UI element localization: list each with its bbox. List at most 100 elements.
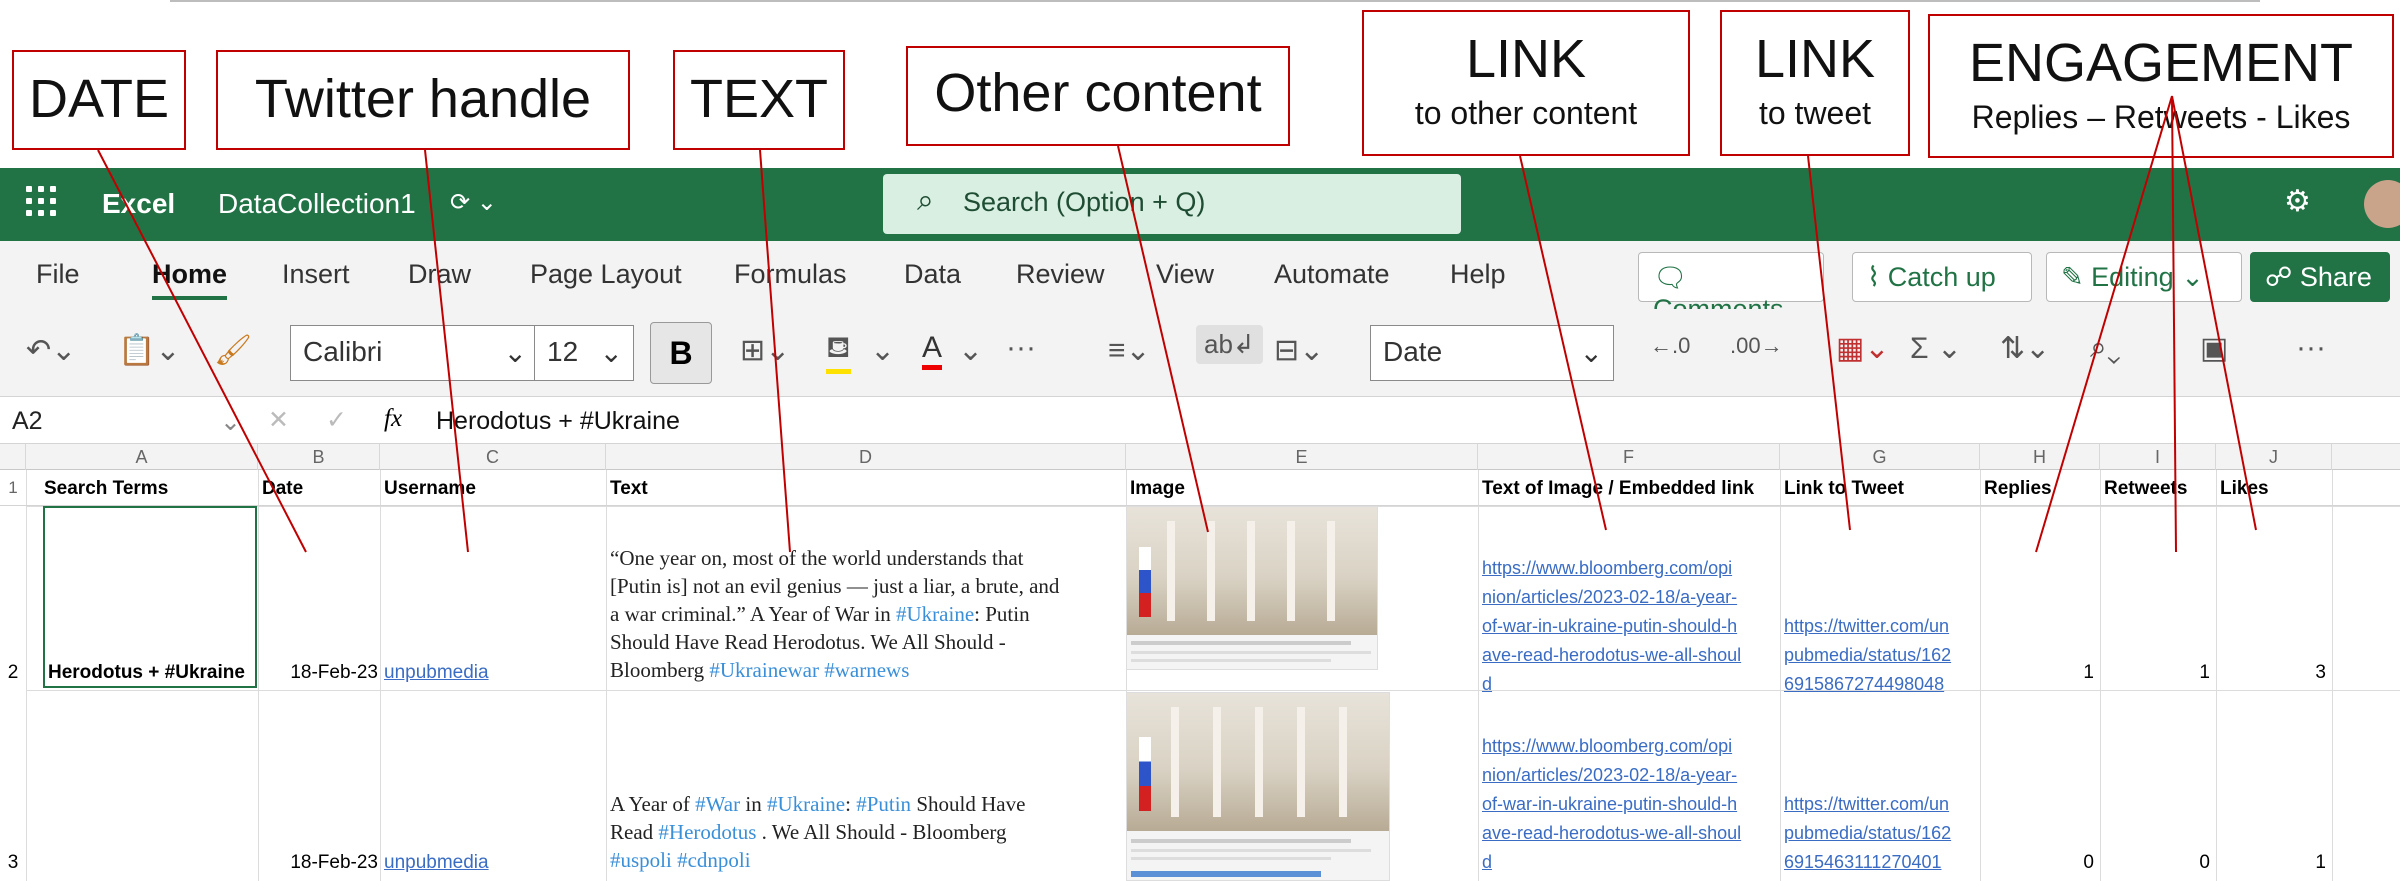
find-icon[interactable]: ⌕⌄: [2090, 331, 2121, 365]
cell-date[interactable]: 18-Feb-23: [262, 662, 378, 684]
cell-likes[interactable]: 3: [2220, 662, 2326, 684]
font-family-select[interactable]: Calibri ⌄: [290, 325, 538, 381]
cell-link-to-tweet[interactable]: https://twitter.com/un pubmedia/status/16…: [1784, 612, 1951, 699]
comments-button[interactable]: 🗨 Comments: [1638, 252, 1824, 324]
column-headers: A B C D E F G H I J: [0, 444, 2400, 470]
cell-embedded-link[interactable]: https://www.bloomberg.com/opi nion/articl…: [1482, 732, 1741, 877]
tweet-image-thumbnail[interactable]: [1126, 506, 1378, 670]
chevron-down-icon[interactable]: ⌄: [958, 333, 983, 368]
format-painter-icon[interactable]: 🖌: [214, 333, 252, 368]
cell-text[interactable]: “One year on, most of the world understa…: [610, 544, 1122, 684]
conditional-format-icon[interactable]: ▦⌄: [1836, 331, 1889, 366]
cell-retweets[interactable]: 0: [2104, 852, 2210, 874]
header-username[interactable]: Username: [384, 478, 476, 500]
merge-icon[interactable]: ⊟⌄: [1274, 333, 1324, 368]
align-icon[interactable]: ≡⌄: [1108, 333, 1151, 368]
column-header-c[interactable]: C: [380, 444, 606, 470]
cancel-icon[interactable]: ✕: [268, 405, 289, 435]
cell-link-to-tweet[interactable]: https://twitter.com/un pubmedia/status/16…: [1784, 790, 1951, 877]
tab-page-layout[interactable]: Page Layout: [530, 259, 682, 290]
settings-icon[interactable]: ⚙: [2284, 184, 2311, 219]
header-likes[interactable]: Likes: [2220, 478, 2269, 500]
header-text[interactable]: Text: [610, 478, 648, 500]
tab-formulas[interactable]: Formulas: [734, 259, 847, 290]
search-box[interactable]: ⌕ Search (Option + Q): [883, 174, 1461, 234]
tab-insert[interactable]: Insert: [282, 259, 350, 290]
wrap-text-icon[interactable]: ab↲: [1196, 325, 1263, 364]
row-number[interactable]: 3: [0, 852, 26, 874]
tab-file[interactable]: File: [36, 259, 80, 290]
cell-date[interactable]: 18-Feb-23: [262, 852, 378, 874]
undo-icon[interactable]: ↶⌄: [26, 333, 76, 368]
tab-automate[interactable]: Automate: [1274, 259, 1390, 290]
file-name[interactable]: DataCollection1: [218, 188, 416, 220]
sort-filter-icon[interactable]: ⇅⌄: [2000, 331, 2050, 366]
cell-likes[interactable]: 1: [2220, 852, 2326, 874]
column-header-f[interactable]: F: [1478, 444, 1780, 470]
catch-up-button[interactable]: ⌇ Catch up: [1852, 252, 2032, 302]
paste-icon[interactable]: 📋⌄: [118, 333, 181, 368]
number-format-select[interactable]: Date ⌄: [1370, 325, 1614, 381]
header-date[interactable]: Date: [262, 478, 303, 500]
header-search-terms[interactable]: Search Terms: [44, 478, 168, 500]
tab-help[interactable]: Help: [1450, 259, 1506, 290]
addins-icon[interactable]: ▣: [2200, 331, 2228, 366]
cell-embedded-link[interactable]: https://www.bloomberg.com/opi nion/articl…: [1482, 554, 1741, 699]
cell-username[interactable]: unpubmedia: [384, 852, 489, 874]
name-box-chevron-icon[interactable]: ⌄: [220, 407, 241, 437]
formula-input[interactable]: Herodotus + #Ukraine: [436, 407, 680, 436]
borders-icon[interactable]: ⊞⌄: [740, 333, 790, 368]
tab-review[interactable]: Review: [1016, 259, 1105, 290]
column-header-e[interactable]: E: [1126, 444, 1478, 470]
confirm-icon[interactable]: ✓: [326, 405, 347, 435]
cell-username[interactable]: unpubmedia: [384, 662, 489, 684]
cell-replies[interactable]: 1: [1984, 662, 2094, 684]
chevron-down-icon[interactable]: ⌄: [870, 333, 895, 368]
tab-home[interactable]: Home: [152, 259, 228, 300]
editing-button[interactable]: ✎ Editing ⌄: [2046, 252, 2242, 302]
more-options-icon[interactable]: ···: [1006, 331, 1036, 365]
column-header-i[interactable]: I: [2100, 444, 2216, 470]
more-options-icon[interactable]: ···: [2296, 331, 2326, 365]
name-box[interactable]: A2: [12, 407, 43, 436]
sync-icon[interactable]: ⟳ ⌄: [450, 188, 497, 217]
column-header-j[interactable]: J: [2216, 444, 2332, 470]
cell-replies[interactable]: 0: [1984, 852, 2094, 874]
comment-icon: 🗨: [1653, 263, 1688, 293]
tab-data[interactable]: Data: [904, 259, 961, 290]
cell-retweets[interactable]: 1: [2104, 662, 2210, 684]
column-header-a[interactable]: A: [26, 444, 258, 470]
font-size-select[interactable]: 12 ⌄: [534, 325, 634, 381]
cell-text[interactable]: A Year of #War in #Ukraine: #Putin Shoul…: [610, 790, 1122, 874]
header-retweets[interactable]: Retweets: [2104, 478, 2187, 500]
cell-search-terms[interactable]: Herodotus + #Ukraine: [48, 662, 245, 684]
app-launcher-icon[interactable]: [26, 186, 56, 216]
function-icon[interactable]: fx: [384, 405, 402, 433]
bold-button[interactable]: B: [650, 322, 712, 384]
avatar[interactable]: [2364, 180, 2400, 228]
chevron-down-icon: ⌄: [599, 337, 623, 368]
header-replies[interactable]: Replies: [1984, 478, 2052, 500]
header-link-to-tweet[interactable]: Link to Tweet: [1784, 478, 1904, 500]
row-number[interactable]: 1: [0, 478, 26, 498]
column-header-g[interactable]: G: [1780, 444, 1980, 470]
header-image[interactable]: Image: [1130, 478, 1185, 500]
fill-color-icon[interactable]: ⛾: [826, 331, 851, 374]
sum-icon[interactable]: Σ ⌄: [1910, 331, 1962, 366]
column-header-h[interactable]: H: [1980, 444, 2100, 470]
font-color-icon[interactable]: A: [922, 331, 943, 370]
decrease-decimal-icon[interactable]: .00→: [1730, 333, 1783, 359]
tab-view[interactable]: View: [1156, 259, 1214, 290]
formula-bar: A2 ⌄ ✕ ✓ fx Herodotus + #Ukraine: [0, 397, 2400, 444]
share-button[interactable]: ☍ Share: [2250, 252, 2390, 302]
increase-decimal-icon[interactable]: ←.0: [1650, 333, 1690, 359]
header-embedded-link[interactable]: Text of Image / Embedded link: [1482, 478, 1754, 500]
tab-draw[interactable]: Draw: [408, 259, 471, 290]
column-header-b[interactable]: B: [258, 444, 380, 470]
row-number[interactable]: 2: [0, 662, 26, 684]
tweet-image-thumbnail[interactable]: [1126, 692, 1390, 881]
column-header-d[interactable]: D: [606, 444, 1126, 470]
select-all[interactable]: [0, 444, 26, 470]
title-bar: Excel DataCollection1 ⟳ ⌄ ⌕ Search (Optio…: [0, 168, 2400, 241]
share-icon: ☍: [2265, 262, 2293, 292]
